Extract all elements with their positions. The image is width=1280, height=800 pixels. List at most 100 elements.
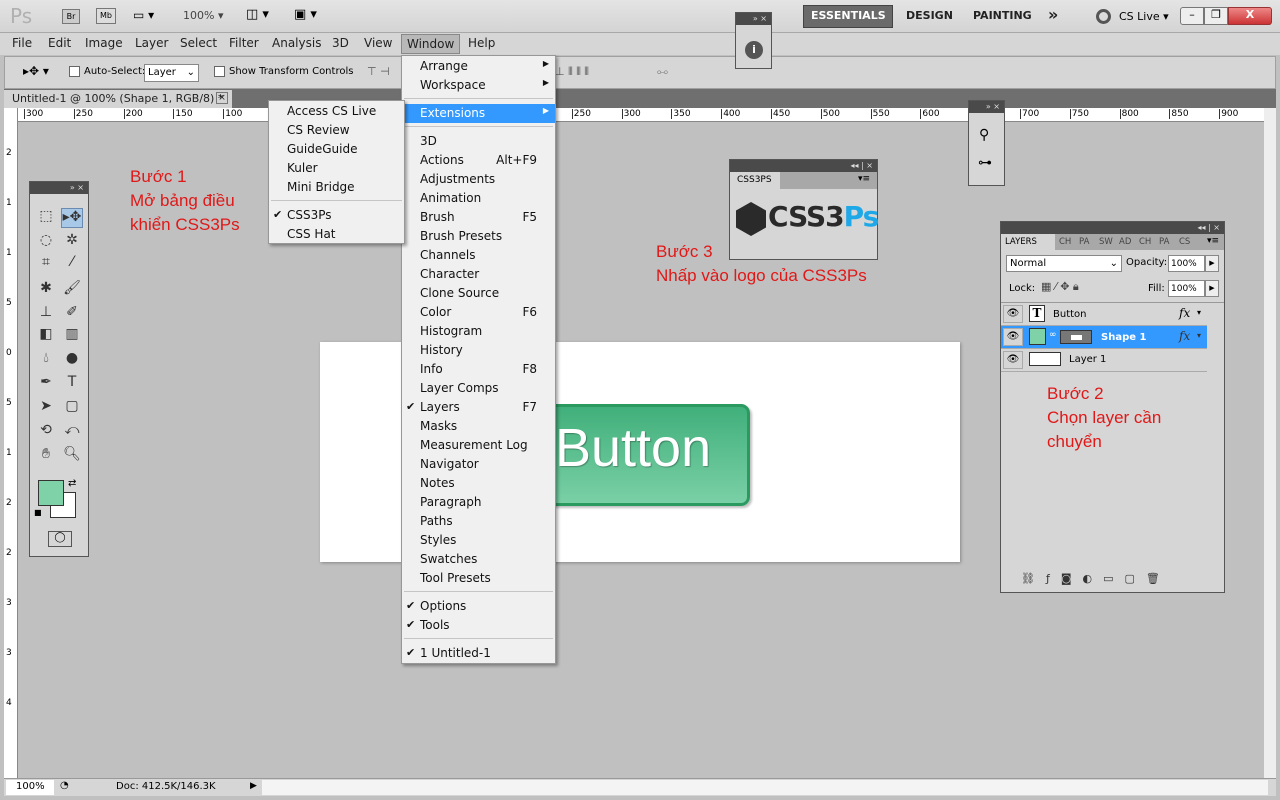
menu-item-navigator[interactable]: Navigator [402,455,555,474]
menu-item-tools[interactable]: Tools ✔ [402,616,555,635]
menu-item-mini-bridge[interactable]: Mini Bridge [269,178,404,197]
healing-brush-icon[interactable]: ✱ [35,280,57,300]
panel-menu-icon[interactable]: ▾≡ [1207,236,1219,246]
menu-item-histogram[interactable]: Histogram [402,322,555,341]
menu-window[interactable]: Window [401,34,461,54]
layers-footer-buttons[interactable]: ⛓ƒ◙◐▭▢🗑︎ [1001,570,1224,592]
guideguide-icon[interactable]: ⊶ [978,155,992,171]
vertical-scrollbar[interactable] [1264,108,1276,778]
cs-live-menu[interactable]: CS Live ▾ [1119,10,1169,23]
3d-rotate-icon[interactable]: ⟲ [35,422,57,442]
bridge-button[interactable]: Br [62,9,80,24]
fx-icon[interactable]: fx [1179,329,1190,343]
restore-button[interactable]: ❐ [1204,7,1228,25]
menu-item-options[interactable]: Options ✔ [402,597,555,616]
panel-tab-pa[interactable]: PA [1075,234,1095,250]
menu-item-paragraph[interactable]: Paragraph [402,493,555,512]
menu-layer[interactable]: Layer [135,36,168,50]
panel-tab-ch[interactable]: CH [1055,234,1075,250]
menu-item-animation[interactable]: Animation [402,189,555,208]
move-tool-icon[interactable]: ▸✥ [61,208,83,228]
history-brush-icon[interactable]: ✐ [61,304,83,324]
menu-item-brush[interactable]: Brush F5 [402,208,555,227]
close-document-icon[interactable]: × [216,92,228,104]
path-selection-icon[interactable]: ➤ [35,398,57,418]
menu-item-clone-source[interactable]: Clone Source [402,284,555,303]
auto-select-checkbox[interactable] [69,66,80,77]
menu-item-info[interactable]: Info F8 [402,360,555,379]
move-tool-preset-picker[interactable]: ▸✥ ▾ [23,64,49,78]
css-hat-icon[interactable]: ⚲ [979,127,989,143]
pen-icon[interactable]: ✒︎ [35,374,57,394]
zoom-level-dropdown[interactable]: 100% ▾ [183,9,223,22]
workspace-painting[interactable]: PAINTING [973,9,1032,22]
default-colors-icon[interactable]: ■ [34,508,42,517]
fill-slider-button[interactable]: ▶ [1205,280,1219,297]
magic-wand-icon[interactable]: ✲ [61,232,83,252]
workspace-design[interactable]: DESIGN [906,9,953,22]
status-preview-icon[interactable]: ◔ [60,780,69,791]
zoom-level-input[interactable]: 100% [6,780,54,795]
menu-item-notes[interactable]: Notes [402,474,555,493]
menu-filter[interactable]: Filter [229,36,259,50]
menu-analysis[interactable]: Analysis [272,36,321,50]
brush-icon[interactable]: 🖌︎ [61,280,83,300]
view-extras-icon[interactable]: ▭ ▾ [133,8,154,22]
crop-icon[interactable]: ⌗ [35,254,57,274]
menu-item-kuler[interactable]: Kuler [269,159,404,178]
menu-item-measurement-log[interactable]: Measurement Log [402,436,555,455]
menu-item-actions[interactable]: Actions Alt+F9 [402,151,555,170]
menu-item-character[interactable]: Character [402,265,555,284]
menu-item-adjustments[interactable]: Adjustments [402,170,555,189]
rectangle-shape-icon[interactable]: ▢ [61,398,83,418]
menu-item-guideguide[interactable]: GuideGuide [269,140,404,159]
menu-item-masks[interactable]: Masks [402,417,555,436]
eraser-icon[interactable]: ◧ [35,326,57,346]
document-tab[interactable]: Untitled-1 @ 100% (Shape 1, RGB/8) * × [4,90,232,108]
arrange-documents-icon[interactable]: ◫ ▾ [246,7,269,22]
panel-tab-pa[interactable]: PA [1155,234,1175,250]
3d-orbit-icon[interactable]: ⤺ [61,422,83,442]
gradient-icon[interactable]: ▥ [61,326,83,346]
menu-help[interactable]: Help [468,36,495,50]
hand-icon[interactable]: ✋︎ [35,446,57,466]
blend-mode-dropdown[interactable]: Normal ⌄ [1006,255,1122,272]
menu-item-styles[interactable]: Styles [402,531,555,550]
horizontal-scrollbar[interactable] [262,780,1268,795]
zoom-icon[interactable]: 🔍︎ [61,446,83,466]
blur-icon[interactable]: 💧︎ [35,350,57,370]
type-tool-icon[interactable]: T [61,374,83,394]
menu-item-css3ps[interactable]: CSS3Ps ✔ [269,206,404,225]
opacity-slider-button[interactable]: ▶ [1205,255,1219,272]
expand-effects-icon[interactable]: ▾ [1197,331,1201,340]
menu-item-access-cs-live[interactable]: Access CS Live [269,102,404,121]
menu-item-layer-comps[interactable]: Layer Comps [402,379,555,398]
menu-item-tool-presets[interactable]: Tool Presets [402,569,555,588]
menu-edit[interactable]: Edit [48,36,71,50]
menu-item-workspace[interactable]: Workspace ▶ [402,76,555,95]
menu-item-3d[interactable]: 3D [402,132,555,151]
close-button[interactable]: X [1228,7,1272,25]
status-menu-arrow[interactable]: ▶ [250,781,257,791]
menu-item-color[interactable]: Color F6 [402,303,555,322]
menu-3d[interactable]: 3D [332,36,349,50]
eyedropper-icon[interactable]: ⁄ [61,254,83,274]
css3ps-logo-button[interactable]: CSS3Ps [736,200,879,240]
lasso-icon[interactable]: ◌ [35,232,57,252]
menu-item-brush-presets[interactable]: Brush Presets [402,227,555,246]
show-transform-controls-checkbox[interactable] [214,66,225,77]
layer-row-button[interactable]: 👁︎ T Button fx ▾ [1001,303,1207,326]
menu-image[interactable]: Image [85,36,123,50]
menu-item-history[interactable]: History [402,341,555,360]
menu-item-css-hat[interactable]: CSS Hat [269,225,404,244]
visibility-eye-icon[interactable]: 👁︎ [1003,351,1023,369]
more-workspaces-button[interactable]: » [1048,5,1058,24]
menu-item-layers[interactable]: Layers ✔ F7 [402,398,555,417]
minimize-button[interactable]: – [1180,7,1204,25]
menu-item-channels[interactable]: Channels [402,246,555,265]
panel-menu-icon[interactable]: ▾≡ [858,174,870,184]
layer-row-shape-1[interactable]: 👁︎ ∞ Shape 1 fx ▾ [1001,326,1207,349]
panel-tab-ch[interactable]: CH [1135,234,1155,250]
clone-stamp-icon[interactable]: ⊥ [35,304,57,324]
dodge-icon[interactable]: ● [61,350,83,370]
